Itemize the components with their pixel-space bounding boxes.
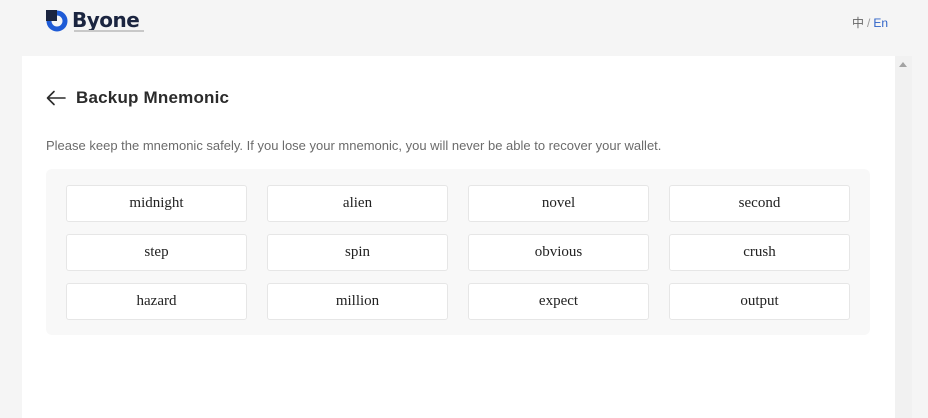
byone-logo-icon	[46, 10, 68, 32]
vertical-scrollbar[interactable]	[895, 56, 912, 418]
mnemonic-word: obvious	[468, 234, 649, 271]
mnemonic-word: novel	[468, 185, 649, 222]
arrow-left-icon[interactable]	[46, 90, 66, 106]
mnemonic-panel: midnight alien novel second step spin ob…	[46, 169, 870, 335]
language-switcher: 中 / En	[852, 14, 888, 31]
lang-separator: /	[866, 16, 871, 30]
mnemonic-word: hazard	[66, 283, 247, 320]
mnemonic-warning: Please keep the mnemonic safely. If you …	[46, 138, 662, 153]
mnemonic-word: midnight	[66, 185, 247, 222]
mnemonic-word: crush	[669, 234, 850, 271]
mnemonic-word: step	[66, 234, 247, 271]
logo[interactable]: Byone	[46, 8, 144, 34]
lang-en-option[interactable]: En	[873, 16, 888, 30]
backup-card: Backup Mnemonic Please keep the mnemonic…	[22, 56, 895, 418]
mnemonic-word: second	[669, 185, 850, 222]
mnemonic-word: output	[669, 283, 850, 320]
mnemonic-word: expect	[468, 283, 649, 320]
page-title: Backup Mnemonic	[76, 88, 230, 107]
mnemonic-word: alien	[267, 185, 448, 222]
brand-tagline	[74, 30, 144, 32]
page-header: Backup Mnemonic	[46, 88, 229, 108]
scroll-up-arrow-icon[interactable]	[899, 62, 907, 67]
top-bar: Byone 中 / En	[0, 0, 928, 56]
brand-name: Byone	[72, 8, 140, 32]
mnemonic-word: spin	[267, 234, 448, 271]
lang-zh-option[interactable]: 中	[852, 16, 864, 30]
mnemonic-grid: midnight alien novel second step spin ob…	[66, 185, 850, 320]
mnemonic-word: million	[267, 283, 448, 320]
